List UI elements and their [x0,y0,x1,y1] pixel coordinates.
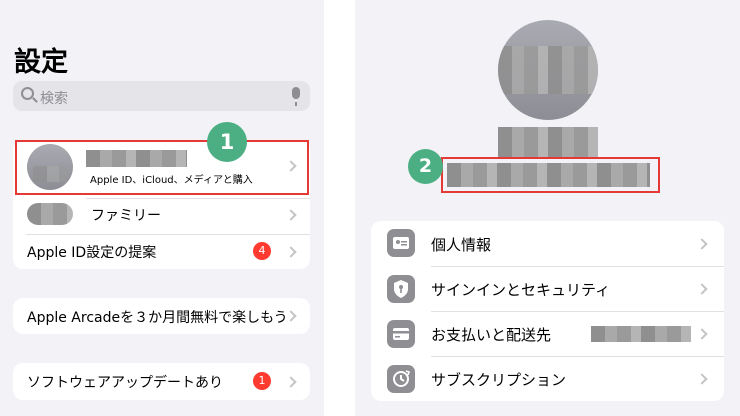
account-name-redacted [498,127,598,157]
arcade-group: Apple Arcadeを３か月間無料で楽しもう [13,298,310,334]
software-update-label: ソフトウェアアップデートあり [27,375,223,391]
microphone-icon[interactable] [292,87,300,106]
search-icon [21,87,34,100]
family-label: ファミリー [91,208,161,224]
payment-method-redacted [591,326,691,342]
profile-photo [498,20,598,120]
chevron-right-icon [696,283,708,295]
suggestions-badge: 4 [253,242,271,260]
highlight-box-2 [441,157,660,193]
arcade-row[interactable]: Apple Arcadeを３か月間無料で楽しもう [13,298,310,334]
contact-card-icon [387,229,415,257]
signin-security-label: サインインとセキュリティ [431,281,611,299]
family-row[interactable]: ファミリー [13,199,310,234]
chevron-right-icon [285,376,297,388]
chevron-right-icon [285,209,297,221]
chevron-right-icon [696,328,708,340]
update-group: ソフトウェアアップデートあり 1 [13,363,310,400]
apple-id-panel: 2 個人情報 サインインとセキュリティ お支払いと配送先 サブスクリプション [355,0,740,416]
suggestions-label: Apple ID設定の提案 [27,245,157,261]
chevron-right-icon [285,246,297,258]
page-title: 設定 [14,47,68,78]
marker-2: 2 [408,149,443,184]
family-avatars-redacted [27,203,73,225]
credit-card-icon [387,320,415,348]
signin-security-row[interactable]: サインインとセキュリティ [371,267,724,311]
subscription-icon [387,365,415,393]
account-menu-group: 個人情報 サインインとセキュリティ お支払いと配送先 サブスクリプション [371,221,724,401]
chevron-right-icon [696,373,708,385]
payment-shipping-label: お支払いと配送先 [431,326,552,344]
shield-key-icon [387,275,415,303]
payment-shipping-row[interactable]: お支払いと配送先 [371,312,724,356]
suggestions-row[interactable]: Apple ID設定の提案 4 [13,235,310,269]
arcade-label: Apple Arcadeを３か月間無料で楽しもう [27,310,288,326]
personal-info-label: 個人情報 [431,236,492,254]
marker-1: 1 [207,122,247,162]
photo-redacted [498,46,598,94]
update-badge: 1 [253,372,271,390]
chevron-right-icon [696,238,708,250]
personal-info-row[interactable]: 個人情報 [371,221,724,266]
subscriptions-label: サブスクリプション [431,371,567,389]
search-placeholder: 検索 [40,91,68,107]
subscriptions-row[interactable]: サブスクリプション [371,357,724,401]
settings-panel: 設定 検索 Apple ID、iCloud、メディアと購入 ファミリー Appl… [0,0,324,416]
highlight-box-1 [15,140,309,195]
software-update-row[interactable]: ソフトウェアアップデートあり 1 [13,363,310,400]
search-bar[interactable]: 検索 [13,81,310,111]
